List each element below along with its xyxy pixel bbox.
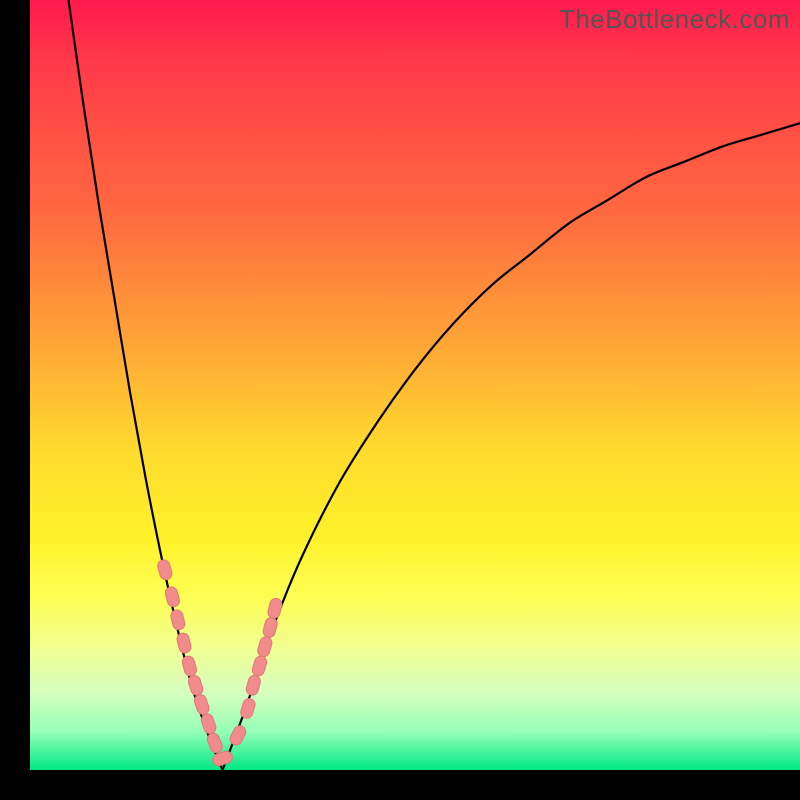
bottleneck-curve-svg	[30, 0, 800, 770]
watermark-text: TheBottleneck.com	[559, 4, 790, 35]
sample-marker	[262, 616, 279, 638]
sample-markers-group	[156, 559, 283, 768]
sample-marker	[251, 655, 268, 678]
chart-plot-area	[30, 0, 800, 770]
sample-marker	[176, 632, 192, 654]
sample-marker	[170, 609, 186, 631]
sample-marker	[181, 655, 198, 677]
sample-marker	[187, 674, 205, 697]
sample-marker	[164, 586, 181, 608]
sample-marker	[200, 712, 218, 735]
sample-marker	[228, 724, 248, 747]
curve-right-branch	[223, 123, 800, 770]
sample-marker	[256, 636, 273, 658]
sample-marker	[239, 697, 256, 720]
sample-marker	[193, 693, 211, 716]
sample-marker	[245, 674, 262, 696]
sample-marker	[267, 597, 283, 619]
sample-marker	[156, 559, 173, 582]
curve-left-branch	[69, 0, 223, 770]
